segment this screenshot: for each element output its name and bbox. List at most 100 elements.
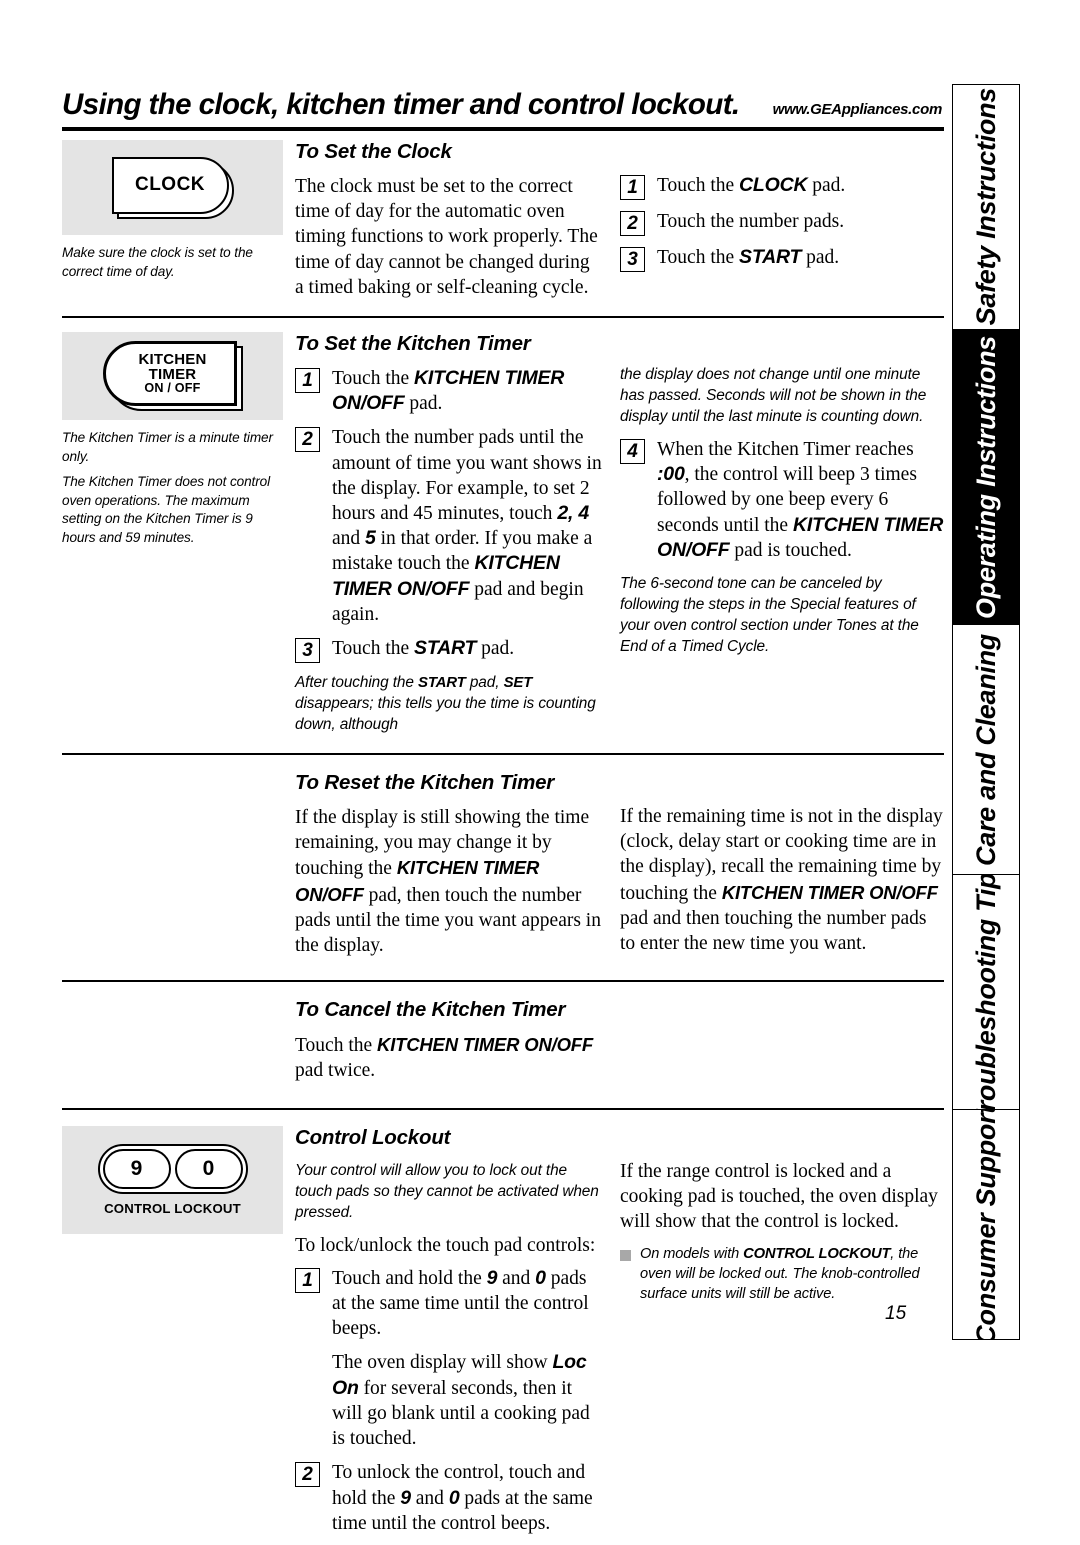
tab-consumer-support-label: Consumer Support <box>970 1109 1001 1340</box>
reset-timer-right-text: If the remaining time is not in the disp… <box>620 806 943 955</box>
kitchen-timer-countdown-note-left: After touching the START pad, SET disapp… <box>295 674 596 734</box>
tab-safety-instructions[interactable]: Safety Instructions <box>952 84 1020 329</box>
tab-troubleshooting-tips[interactable]: Troubleshooting Tips <box>952 874 1020 1109</box>
divider-after-clock <box>62 316 944 319</box>
kitchen-timer-step-1-text: Touch the KITCHEN TIMER ON/OFF pad. <box>332 367 565 415</box>
pad-name-start: START <box>418 674 466 692</box>
heading-set-the-clock: To Set the Clock <box>295 140 452 163</box>
pad-digit-9: 9 <box>486 1266 498 1289</box>
kitchen-timer-step-1: 1 Touch the KITCHEN TIMER ON/OFF pad. <box>295 366 602 416</box>
header-divider <box>62 127 944 131</box>
kitchen-timer-pad-graphic: KITCHEN TIMER ON / OFF <box>62 332 283 421</box>
pad-digit-0: 0 <box>535 1266 546 1289</box>
section-tab-rail: Safety Instructions Operating Instructio… <box>952 84 1020 1340</box>
clock-step-1-text: Touch the CLOCK pad. <box>657 174 846 196</box>
clock-step-1-number: 1 <box>620 175 645 200</box>
pad-name-clock: CLOCK <box>739 174 808 196</box>
pad-name-kitchen-timer-on-off: KITCHEN TIMER ON/OFF <box>721 881 938 903</box>
kitchen-timer-step-4: 4 When the Kitchen Timer reaches :00, th… <box>620 437 944 563</box>
kitchen-timer-pad-line2: TIMER <box>148 366 197 384</box>
lockout-intro-note: Your control will allow you to lock out … <box>295 1161 599 1221</box>
lockout-key-0: 0 <box>174 1148 243 1189</box>
kitchen-timer-tone-note: The 6-second tone can be canceled by fol… <box>620 575 919 656</box>
page-title: Using the clock, kitchen timer and contr… <box>62 88 740 121</box>
kitchen-timer-step-3-number: 3 <box>295 638 320 664</box>
divider-after-cancel-kitchen-timer <box>62 1107 944 1110</box>
kitchen-timer-pad-face: KITCHEN TIMER ON / OFF <box>102 341 237 407</box>
pad-digit-9: 9 <box>400 1486 411 1509</box>
cancel-timer-spacer <box>62 998 295 1093</box>
section-set-kitchen-timer: KITCHEN TIMER ON / OFF The Kitchen Timer… <box>62 332 944 756</box>
lockout-right-column: If the range control is locked and a coo… <box>620 1126 944 1545</box>
feature-name-control-lockout: CONTROL LOCKOUT <box>743 1246 891 1263</box>
heading-set-kitchen-timer: To Set the Kitchen Timer <box>295 332 531 356</box>
lockout-graphic-column: 9 0 CONTROL LOCKOUT <box>62 1125 295 1545</box>
pad-digit-5: 5 <box>365 527 376 550</box>
clock-pad-face: CLOCK <box>111 156 229 214</box>
clock-pad-shape: CLOCK <box>111 156 234 219</box>
section-set-the-clock: CLOCK Make sure the clock is set to the … <box>62 140 944 319</box>
heading-control-lockout: Control Lockout <box>295 1125 451 1149</box>
cancel-timer-left-column: To Cancel the Kitchen Timer Touch the KI… <box>295 998 620 1093</box>
clock-step-2-text: Touch the number pads. <box>657 211 845 232</box>
heading-reset-kitchen-timer: To Reset the Kitchen Timer <box>295 771 555 795</box>
pad-digit-0: 0 <box>448 1486 460 1509</box>
pad-name-kitchen-timer-on-off: KITCHEN TIMER ON/OFF <box>377 1034 593 1056</box>
cancel-timer-right-column <box>620 998 944 1093</box>
section-cancel-kitchen-timer: To Cancel the Kitchen Timer Touch the KI… <box>62 998 944 1110</box>
tab-operating-instructions[interactable]: Operating Instructions <box>952 329 1020 624</box>
kitchen-timer-step-2-number: 2 <box>295 427 320 453</box>
clock-pad-label: CLOCK <box>134 174 206 195</box>
lockout-step-2: 2 To unlock the control, touch and hold … <box>295 1460 602 1536</box>
heading-cancel-kitchen-timer: To Cancel the Kitchen Timer <box>295 998 566 1022</box>
control-lockout-pad-shape: 9 0 CONTROL LOCKOUT <box>97 1143 248 1216</box>
lockout-bullet-text: On models with CONTROL LOCKOUT, the oven… <box>640 1246 920 1303</box>
clock-caption-note: Make sure the clock is set to the correc… <box>62 245 253 279</box>
lockout-step-2-number: 2 <box>295 1462 320 1488</box>
page-content: CLOCK Make sure the clock is set to the … <box>62 140 944 1545</box>
page-header: Using the clock, kitchen timer and contr… <box>62 88 944 131</box>
reset-timer-left-text: If the display is still showing the time… <box>295 807 601 957</box>
lockout-graphic-caption: CONTROL LOCKOUT <box>104 1200 241 1216</box>
kitchen-timer-step-2-text: Touch the number pads until the amount o… <box>332 427 602 625</box>
section-reset-kitchen-timer: To Reset the Kitchen Timer If the displa… <box>62 771 944 983</box>
lockout-step-1-text: Touch and hold the 9 and 0 pads at the s… <box>332 1266 589 1340</box>
clock-body-text: The clock must be set to the correct tim… <box>295 176 598 298</box>
clock-step-3: 3 Touch the START pad. <box>620 245 944 272</box>
kitchen-timer-note-1: The Kitchen Timer is a minute timer only… <box>62 430 273 464</box>
divider-after-reset-kitchen-timer <box>62 980 944 983</box>
tab-care-and-cleaning-label: Care and Cleaning <box>970 633 1001 866</box>
lockout-bullet-note: On models with CONTROL LOCKOUT, the oven… <box>620 1244 944 1304</box>
display-value-zero-zero: :00 <box>657 463 685 486</box>
kitchen-timer-note-2: The Kitchen Timer does not control oven … <box>62 474 271 545</box>
clock-step-2-number: 2 <box>620 211 645 236</box>
reset-timer-right-column: If the remaining time is not in the disp… <box>620 771 944 968</box>
clock-step-1: 1 Touch the CLOCK pad. <box>620 173 944 200</box>
pad-digits-2-4: 2, 4 <box>557 502 590 525</box>
pad-name-start: START <box>414 637 477 660</box>
lockout-right-body: If the range control is locked and a coo… <box>620 1160 938 1233</box>
kitchen-timer-pad-line3: ON / OFF <box>144 381 201 396</box>
clock-step-2: 2 Touch the number pads. <box>620 209 944 236</box>
kitchen-timer-pad-shape: KITCHEN TIMER ON / OFF <box>102 341 243 412</box>
lockout-step-1-continuation: The oven display will show Loc On for se… <box>332 1351 590 1450</box>
clock-graphic-column: CLOCK Make sure the clock is set to the … <box>62 140 295 310</box>
clock-pad-graphic: CLOCK <box>62 140 283 235</box>
lockout-lead-text: To lock/unlock the touch pad controls: <box>295 1234 596 1256</box>
reset-timer-spacer <box>62 771 295 968</box>
tab-consumer-support[interactable]: Consumer Support <box>952 1109 1020 1340</box>
cancel-timer-text: Touch the KITCHEN TIMER ON/OFF pad twice… <box>295 1034 593 1082</box>
kitchen-timer-step-1-number: 1 <box>295 368 320 394</box>
kitchen-timer-right-column: the display does not change until one mi… <box>620 332 944 745</box>
lockout-step-2-text: To unlock the control, touch and hold th… <box>332 1462 593 1534</box>
square-bullet-icon <box>620 1250 631 1262</box>
lockout-capsule: 9 0 <box>97 1143 248 1194</box>
tab-care-and-cleaning[interactable]: Care and Cleaning <box>952 624 1020 874</box>
lockout-step-1-number: 1 <box>295 1267 320 1293</box>
display-word-set: SET <box>503 674 533 692</box>
kitchen-timer-graphic-column: KITCHEN TIMER ON / OFF The Kitchen Timer… <box>62 332 295 745</box>
lockout-left-column: Control Lockout Your control will allow … <box>295 1126 620 1545</box>
tab-troubleshooting-tips-label: Troubleshooting Tips <box>970 874 1001 1109</box>
kitchen-timer-pad-line1: KITCHEN <box>138 350 207 368</box>
pad-name-start: START <box>739 246 802 268</box>
